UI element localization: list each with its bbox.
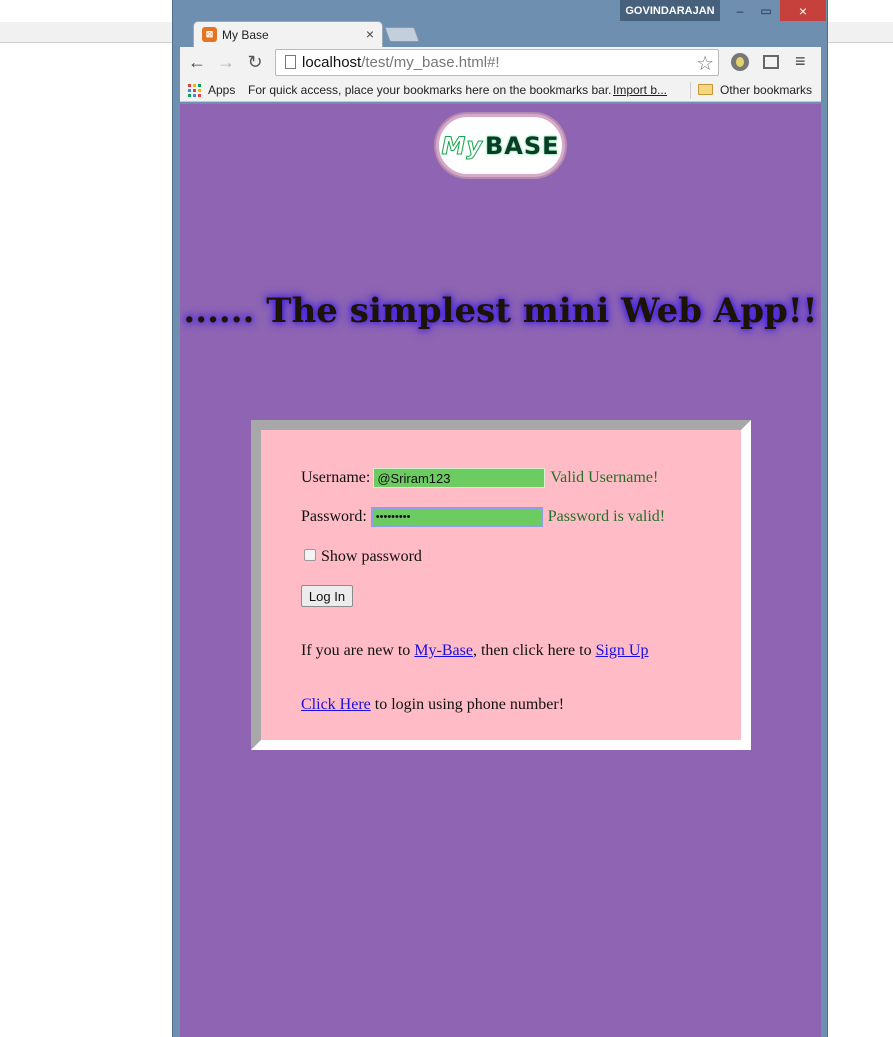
signup-prefix: If you are new to bbox=[301, 642, 411, 659]
username-input[interactable]: @Sriram123 bbox=[373, 468, 546, 488]
back-arrow-icon[interactable]: ← bbox=[186, 51, 208, 73]
password-input[interactable]: ••••••••• bbox=[370, 507, 543, 527]
page-icon bbox=[285, 55, 296, 69]
login-button[interactable]: Log In bbox=[301, 585, 353, 607]
close-window-icon[interactable]: × bbox=[780, 0, 826, 21]
apps-grid-icon[interactable] bbox=[188, 84, 201, 97]
username-row: Username: @Sriram123 Valid Username! bbox=[301, 468, 658, 488]
url-text: localhost/test/my_base.html#! bbox=[302, 54, 500, 71]
phone-login-prompt: Click Here to login using phone number! bbox=[301, 696, 564, 714]
profile-user-badge[interactable]: GOVINDARAJAN bbox=[620, 0, 720, 21]
bookmarks-hint: For quick access, place your bookmarks h… bbox=[248, 83, 612, 97]
show-password-checkbox[interactable] bbox=[304, 549, 316, 561]
page-viewport: MyBASE ...... The simplest mini Web App!… bbox=[180, 104, 821, 1037]
import-bookmarks-link[interactable]: Import b... bbox=[613, 83, 667, 97]
password-label: Password: bbox=[301, 508, 367, 525]
my-base-link[interactable]: My-Base bbox=[414, 642, 473, 660]
url-host: localhost bbox=[302, 54, 362, 71]
logo-my: My bbox=[441, 131, 483, 160]
maximize-icon[interactable]: ▭ bbox=[755, 0, 777, 21]
signup-link[interactable]: Sign Up bbox=[596, 642, 649, 660]
url-path: /test/my_base.html#! bbox=[361, 54, 500, 71]
password-status: Password is valid! bbox=[547, 508, 666, 525]
browser-window: GOVINDARAJAN – ▭ × ⊠ My Base × ← → ↻ loc… bbox=[172, 0, 828, 1037]
reload-icon[interactable]: ↻ bbox=[244, 51, 266, 73]
minimize-icon[interactable]: – bbox=[729, 0, 751, 21]
extension-bulb-icon[interactable] bbox=[731, 53, 749, 71]
browser-toolbar: ← → ↻ localhost/test/my_base.html#! ☆ ≡ bbox=[180, 47, 821, 79]
cast-screen-icon[interactable] bbox=[763, 55, 779, 69]
bookmarks-bar: Apps For quick access, place your bookma… bbox=[180, 79, 821, 102]
phone-login-link[interactable]: Click Here bbox=[301, 696, 371, 714]
login-frame: Username: @Sriram123 Valid Username! Pas… bbox=[251, 420, 751, 750]
login-panel: Username: @Sriram123 Valid Username! Pas… bbox=[261, 430, 741, 740]
menu-icon[interactable]: ≡ bbox=[795, 51, 806, 72]
bookmarks-divider bbox=[690, 82, 691, 99]
apps-link[interactable]: Apps bbox=[208, 83, 235, 97]
forward-arrow-icon[interactable]: → bbox=[215, 51, 237, 73]
signup-middle: , then click here to bbox=[472, 642, 592, 659]
password-row: Password: ••••••••• Password is valid! bbox=[301, 507, 665, 527]
address-bar[interactable]: localhost/test/my_base.html#! ☆ bbox=[275, 49, 719, 76]
logo-text: MyBASE bbox=[441, 131, 560, 160]
logo-base: BASE bbox=[484, 131, 560, 160]
phone-login-suffix: to login using phone number! bbox=[374, 696, 565, 713]
show-password-row: Show password bbox=[304, 548, 422, 566]
my-base-logo: MyBASE bbox=[436, 114, 565, 177]
tab-my-base[interactable]: ⊠ My Base × bbox=[193, 21, 383, 48]
tab-close-icon[interactable]: × bbox=[366, 26, 374, 42]
page-tagline: ...... The simplest mini Web App!! bbox=[183, 291, 818, 331]
new-tab-button[interactable] bbox=[384, 27, 420, 42]
bookmark-star-icon[interactable]: ☆ bbox=[696, 51, 714, 76]
signup-prompt: If you are new to My-Base, then click he… bbox=[301, 642, 648, 660]
folder-icon bbox=[698, 84, 713, 95]
username-status: Valid Username! bbox=[550, 469, 659, 486]
show-password-label[interactable]: Show password bbox=[321, 548, 422, 566]
username-label: Username: bbox=[301, 469, 371, 486]
xampp-favicon-icon: ⊠ bbox=[202, 27, 217, 42]
other-bookmarks-link[interactable]: Other bookmarks bbox=[720, 83, 812, 97]
tab-title: My Base bbox=[222, 28, 269, 42]
